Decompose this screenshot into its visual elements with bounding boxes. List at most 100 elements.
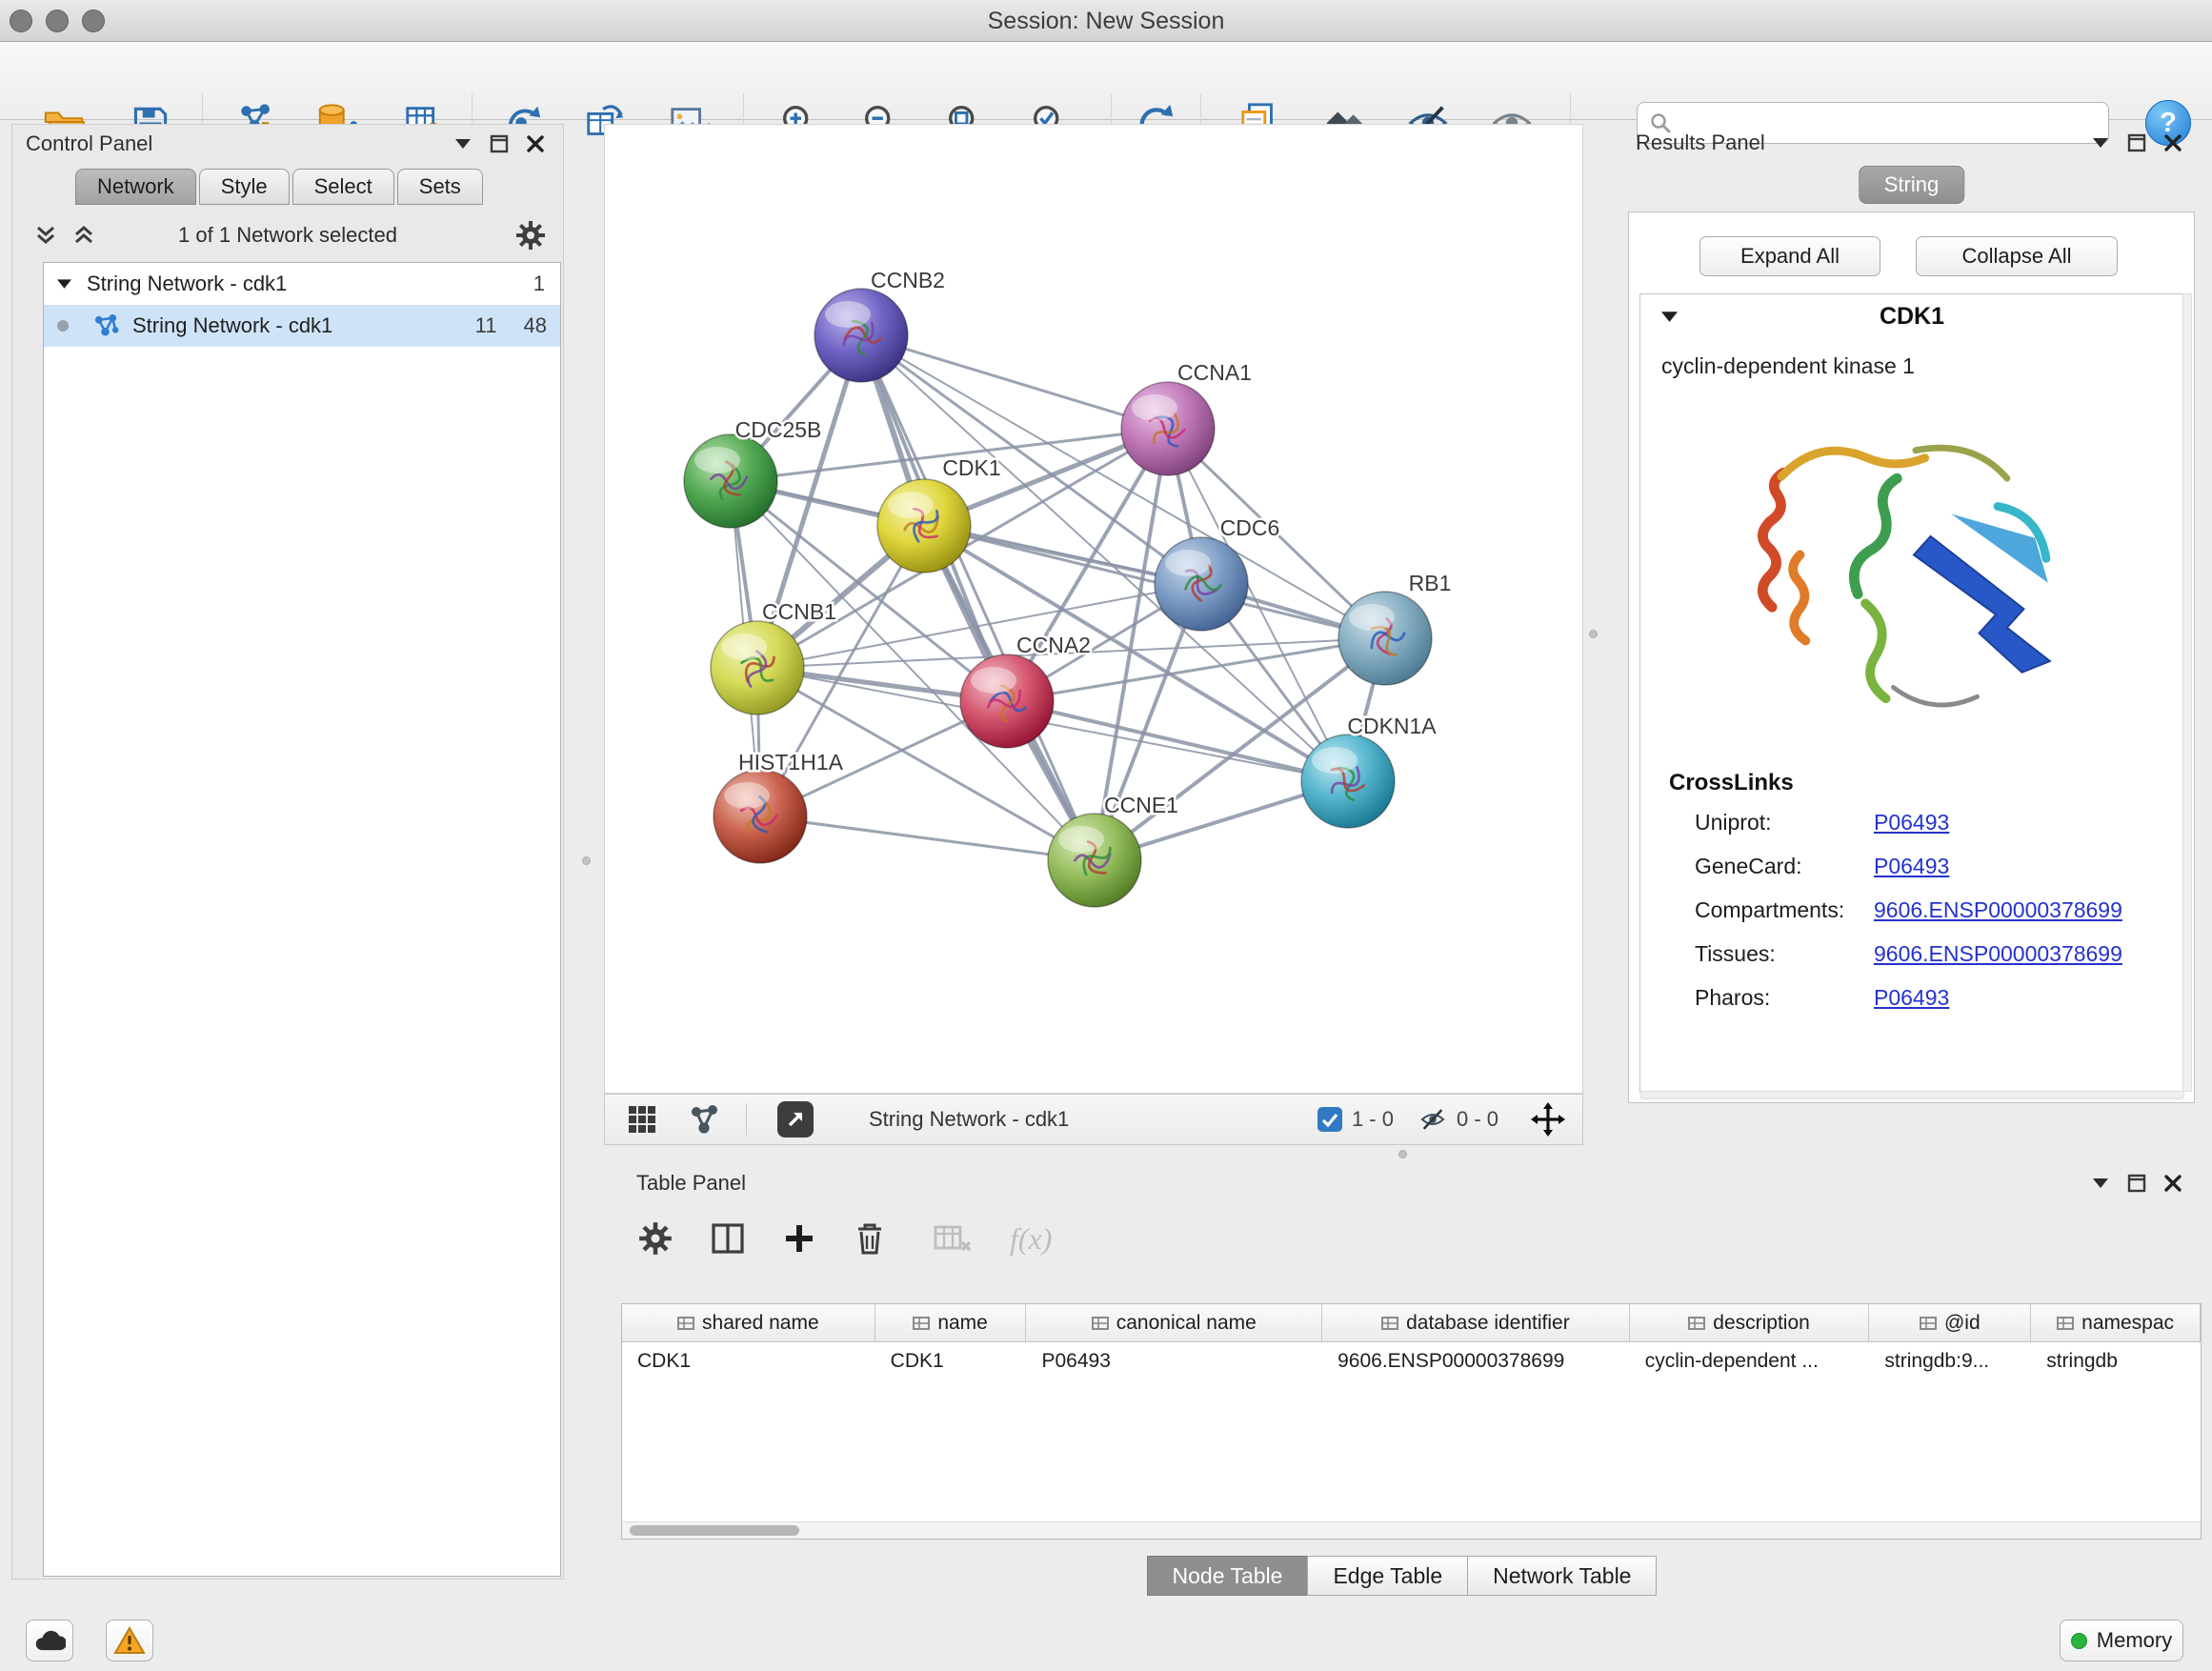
expand-all-button[interactable]: Expand All xyxy=(1699,236,1880,276)
memory-status-dot xyxy=(2071,1633,2087,1649)
table-header-shared-name[interactable]: shared name xyxy=(622,1304,875,1341)
crosslink-link[interactable]: 9606.ENSP00000378699 xyxy=(1874,941,2122,967)
network-row-selected[interactable]: String Network - cdk1 11 48 xyxy=(44,305,560,347)
crosslinks-list: Uniprot:P06493GeneCard:P06493Compartment… xyxy=(1640,800,2183,1019)
right-splitter-handle[interactable] xyxy=(1589,630,1598,638)
crosslink-row-pharos-: Pharos:P06493 xyxy=(1640,976,2183,1019)
crosslink-row-genecard-: GeneCard:P06493 xyxy=(1640,844,2183,888)
node-label-ccnb1: CCNB1 xyxy=(762,599,836,624)
table-header-namespac[interactable]: namespac xyxy=(2031,1304,2201,1341)
warning-status-button[interactable] xyxy=(106,1620,153,1661)
table-horizontal-scrollbar[interactable] xyxy=(622,1521,2201,1539)
node-table-body: CDK1CDK1P064939606.ENSP00000378699cyclin… xyxy=(622,1342,2201,1380)
main-toolbar: ? xyxy=(0,42,2212,120)
column-sort-icon xyxy=(1688,1317,1705,1330)
hidden-eye-icon[interactable] xyxy=(1418,1106,1447,1133)
protein-card-header[interactable]: CDK1 xyxy=(1640,294,2183,338)
crosslink-link[interactable]: P06493 xyxy=(1874,854,1949,879)
table-header-description[interactable]: description xyxy=(1630,1304,1870,1341)
float-panel-icon[interactable] xyxy=(2122,131,2151,155)
table-cell: stringdb xyxy=(2031,1342,2201,1380)
selected-nodes-checkbox[interactable] xyxy=(1317,1107,1342,1132)
node-label-cdc25b: CDC25B xyxy=(735,417,822,442)
expand-all-tree-icon[interactable] xyxy=(73,224,94,247)
panel-menu-caret-icon[interactable] xyxy=(2086,1171,2115,1196)
node-table: shared name name canonical namedatabase id… xyxy=(621,1303,2202,1540)
node-label-ccna1: CCNA1 xyxy=(1177,360,1252,385)
tab-sets[interactable]: Sets xyxy=(397,169,483,205)
table-header-canonical-name[interactable]: canonical name xyxy=(1026,1304,1322,1341)
node-ccna1[interactable] xyxy=(1121,382,1215,475)
tree-disclosure-icon[interactable] xyxy=(57,279,71,289)
results-vertical-scrollbar[interactable] xyxy=(2182,293,2192,1092)
left-splitter-handle[interactable] xyxy=(582,856,591,865)
table-header--id[interactable]: @id xyxy=(1869,1304,2031,1341)
table-header-database-identifier[interactable]: database identifier xyxy=(1322,1304,1630,1341)
column-sort-icon xyxy=(677,1317,694,1330)
collapse-all-button[interactable]: Collapse All xyxy=(1916,236,2118,276)
node-hist1h1a[interactable] xyxy=(714,770,807,863)
node-cdkn1a[interactable] xyxy=(1301,735,1395,828)
table-row[interactable]: CDK1CDK1P064939606.ENSP00000378699cyclin… xyxy=(622,1342,2201,1380)
tab-select[interactable]: Select xyxy=(292,169,394,205)
close-panel-icon[interactable] xyxy=(521,131,550,156)
float-panel-icon[interactable] xyxy=(485,131,513,156)
crosslink-link[interactable]: 9606.ENSP00000378699 xyxy=(1874,897,2122,923)
node-cdc25b[interactable] xyxy=(684,434,777,528)
birds-eye-grid-icon[interactable] xyxy=(628,1105,656,1134)
node-ccna2[interactable] xyxy=(960,654,1054,748)
results-panel: Results Panel String Expand All Collapse… xyxy=(1622,124,2201,1115)
edge-hist1h1a-ccne1[interactable] xyxy=(760,816,1095,860)
bottom-splitter-handle[interactable] xyxy=(1398,1150,1407,1158)
network-collection-row[interactable]: String Network - cdk1 1 xyxy=(44,263,560,305)
edge-ccnb2-ccna1[interactable] xyxy=(861,335,1168,429)
table-cell: CDK1 xyxy=(622,1342,875,1380)
column-label: description xyxy=(1713,1312,1810,1335)
network-view-title: String Network - cdk1 xyxy=(869,1107,1069,1132)
column-label: @id xyxy=(1944,1312,1981,1335)
results-horizontal-scrollbar[interactable] xyxy=(1639,1091,2184,1099)
collapse-all-label: Collapse All xyxy=(1962,244,2072,269)
tab-network[interactable]: Network xyxy=(75,169,196,205)
node-label-ccne1: CCNE1 xyxy=(1104,793,1178,817)
cloud-status-button[interactable] xyxy=(26,1620,73,1661)
open-in-new-window-icon[interactable] xyxy=(777,1101,814,1137)
memory-button[interactable]: Memory xyxy=(2060,1620,2183,1661)
show-columns-icon[interactable] xyxy=(711,1222,745,1255)
string-app-icon xyxy=(93,313,119,339)
table-header-name[interactable]: name xyxy=(875,1304,1027,1341)
node-ccne1[interactable] xyxy=(1048,814,1141,907)
table-settings-gear-icon[interactable] xyxy=(638,1221,673,1256)
network-canvas[interactable]: CCNB2CCNA1CDC25BCDK1CDC6RB1CCNB1CCNA2CDK… xyxy=(604,124,1583,1094)
network-options-gear-icon[interactable] xyxy=(515,220,546,251)
crosslink-link[interactable]: P06493 xyxy=(1874,810,1949,836)
node-ccnb1[interactable] xyxy=(711,621,804,715)
tab-node-table[interactable]: Node Table xyxy=(1147,1556,1309,1596)
close-panel-icon[interactable] xyxy=(2159,131,2187,155)
edge-ccnb2-ccne1[interactable] xyxy=(861,335,1095,860)
network-tree: String Network - cdk1 1 String Network -… xyxy=(43,262,561,1577)
delete-column-trash-icon[interactable] xyxy=(854,1221,886,1256)
pan-move-icon[interactable] xyxy=(1531,1102,1565,1137)
node-cdk1[interactable] xyxy=(877,479,971,573)
crosslink-link[interactable]: P06493 xyxy=(1874,985,1949,1011)
node-ccnb2[interactable] xyxy=(814,289,908,382)
table-scrollbar-thumb[interactable] xyxy=(630,1525,799,1536)
tab-style[interactable]: Style xyxy=(199,169,290,205)
tab-edge-table[interactable]: Edge Table xyxy=(1307,1556,1468,1596)
close-panel-icon[interactable] xyxy=(2159,1171,2187,1196)
collapse-all-tree-icon[interactable] xyxy=(35,224,56,247)
tab-network-table[interactable]: Network Table xyxy=(1467,1556,1657,1596)
network-share-icon[interactable] xyxy=(689,1104,719,1135)
add-column-icon[interactable] xyxy=(783,1222,815,1255)
column-sort-icon xyxy=(913,1317,930,1330)
node-cdc6[interactable] xyxy=(1155,537,1248,631)
results-panel-content: Expand All Collapse All CDK1 cyclin-depe… xyxy=(1628,211,2195,1103)
node-rb1[interactable] xyxy=(1338,592,1432,685)
float-panel-icon[interactable] xyxy=(2122,1171,2151,1196)
tab-string[interactable]: String xyxy=(1859,166,1964,204)
panel-menu-caret-icon[interactable] xyxy=(2086,131,2115,155)
panel-menu-caret-icon[interactable] xyxy=(449,131,477,156)
table-cell: 9606.ENSP00000378699 xyxy=(1322,1342,1630,1380)
column-label: name xyxy=(937,1312,988,1335)
